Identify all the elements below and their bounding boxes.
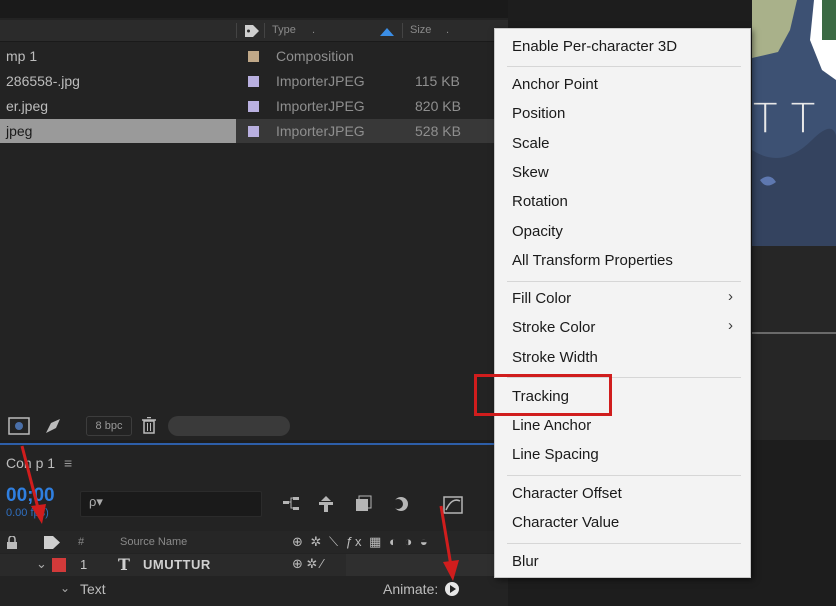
label-color-swatch[interactable] (248, 76, 259, 87)
type-column-header[interactable]: Type (272, 24, 296, 36)
menu-item-scale[interactable]: Scale (512, 135, 550, 152)
project-item-name: 286558-.jpg (6, 73, 80, 89)
menu-item-rotation[interactable]: Rotation (512, 193, 568, 210)
project-item-size: 115 KB (415, 73, 460, 89)
chevron-down-icon[interactable]: ⌄ (36, 556, 47, 572)
annotation-arrow-icon (439, 505, 459, 581)
project-item-size: 528 KB (415, 123, 461, 139)
layer-number: 1 (80, 557, 88, 572)
menu-separator (507, 543, 741, 544)
color-depth-button[interactable]: 8 bpc (86, 416, 132, 436)
animate-label: Animate: (383, 581, 439, 597)
sort-ascending-icon[interactable] (380, 28, 394, 36)
size-column-header[interactable]: Size (410, 24, 431, 36)
project-item-type: ImporterJPEG (276, 123, 365, 139)
project-item-row-selected[interactable]: jpeg ImporterJPEG 528 KB (0, 119, 508, 143)
project-item-name: mp 1 (6, 48, 38, 64)
column-divider (402, 23, 403, 38)
source-name-column-header[interactable]: Source Name (120, 536, 187, 548)
project-panel: Type . Size . mp 1 Composition 286558-.j… (0, 0, 508, 440)
trash-icon[interactable] (142, 417, 156, 434)
timeline-search-input[interactable]: ρ▾ (80, 491, 262, 517)
text-property-label: Text (80, 581, 106, 597)
project-column-header: Type . Size . (0, 20, 508, 42)
create-composition-icon[interactable] (44, 417, 62, 435)
layer-switches[interactable]: ⊕ ✲ ⁄ (292, 556, 323, 572)
timeline-panel: Con p 1 ≡ 00;00 0.00 fps) ρ▾ # Source Na… (0, 443, 508, 606)
layer-switch-cells (346, 554, 506, 576)
column-dot: . (446, 24, 450, 36)
layer-number-column-header: # (78, 536, 85, 548)
column-divider (236, 23, 237, 38)
menu-item-stroke-width[interactable]: Stroke Width (512, 349, 598, 366)
project-item-type: Composition (276, 48, 354, 64)
selection-highlight (0, 119, 236, 143)
project-top-strip (0, 0, 508, 18)
switches-column-icons: ⊕ ✲ ⟍ ƒx ▦ ◐ ◑ ◒ (292, 534, 430, 549)
preview-text: TT (753, 96, 830, 142)
label-tag-icon[interactable] (245, 25, 259, 37)
menu-item-skew[interactable]: Skew (512, 164, 549, 181)
menu-item-character-offset[interactable]: Character Offset (512, 485, 622, 502)
frame-blending-icon[interactable] (354, 495, 372, 513)
menu-separator (507, 281, 741, 282)
project-item-row[interactable]: 286558-.jpg ImporterJPEG 115 KB (0, 69, 508, 93)
menu-item-line-anchor[interactable]: Line Anchor (512, 417, 591, 434)
project-item-size: 820 KB (415, 98, 461, 114)
menu-item-character-value[interactable]: Character Value (512, 514, 619, 531)
column-dot: . (312, 24, 316, 36)
project-footer-toolbar: 8 bpc (0, 413, 508, 439)
project-item-name: er.jpeg (6, 98, 49, 114)
menu-item-enable-per-character-3d[interactable]: Enable Per-character 3D (512, 38, 677, 55)
text-layer-icon: T (118, 555, 130, 574)
label-color-swatch[interactable] (248, 51, 259, 62)
menu-item-fill-color[interactable]: Fill Color (512, 290, 571, 307)
thumbnail-size-slider[interactable] (168, 416, 290, 436)
project-item-row[interactable]: er.jpeg ImporterJPEG 820 KB (0, 94, 508, 118)
menu-item-all-transform-properties[interactable]: All Transform Properties (512, 252, 673, 269)
animate-menu-button[interactable] (445, 582, 459, 596)
menu-separator (507, 475, 741, 476)
annotation-arrow-icon (20, 445, 46, 524)
tracking-highlight-box (474, 374, 612, 416)
menu-item-stroke-color[interactable]: Stroke Color (512, 319, 595, 336)
menu-item-anchor-point[interactable]: Anchor Point (512, 76, 598, 93)
draft-3d-icon[interactable] (316, 495, 336, 513)
motion-blur-icon[interactable] (392, 495, 410, 513)
viewer-divider (752, 332, 836, 334)
menu-item-position[interactable]: Position (512, 105, 565, 122)
menu-item-blur[interactable]: Blur (512, 553, 539, 570)
panel-menu-icon[interactable]: ≡ (64, 455, 72, 471)
submenu-arrow-icon: › (728, 317, 733, 334)
lock-icon[interactable] (6, 536, 18, 549)
label-tag-icon[interactable] (44, 536, 60, 549)
menu-item-opacity[interactable]: Opacity (512, 223, 563, 240)
project-item-row[interactable]: mp 1 Composition (0, 44, 508, 68)
layer-row[interactable]: ⌄ 1 T UMUTTUR ⊕ ✲ ⁄ (0, 554, 508, 576)
label-color-swatch[interactable] (248, 126, 259, 137)
layer-name[interactable]: UMUTTUR (143, 557, 211, 572)
label-color-swatch[interactable] (248, 101, 259, 112)
composition-flowchart-icon[interactable] (282, 495, 300, 513)
chevron-down-icon[interactable]: ⌄ (60, 581, 70, 595)
after-effects-window: Type . Size . mp 1 Composition 286558-.j… (0, 0, 836, 606)
project-item-name: jpeg (6, 123, 33, 139)
menu-item-line-spacing[interactable]: Line Spacing (512, 446, 599, 463)
layer-label-color[interactable] (52, 558, 66, 572)
project-item-type: ImporterJPEG (276, 98, 365, 114)
interpret-footage-icon[interactable] (8, 417, 30, 435)
animate-context-menu: Enable Per-character 3D Anchor Point Pos… (494, 28, 751, 578)
timeline-column-header: # Source Name ⊕ ✲ ⟍ ƒx ▦ ◐ ◑ ◒ (0, 531, 508, 553)
submenu-arrow-icon: › (728, 288, 733, 305)
project-item-type: ImporterJPEG (276, 73, 365, 89)
text-property-row[interactable]: ⌄ Text Animate: (0, 577, 508, 601)
menu-separator (507, 66, 741, 67)
column-divider (264, 23, 265, 38)
